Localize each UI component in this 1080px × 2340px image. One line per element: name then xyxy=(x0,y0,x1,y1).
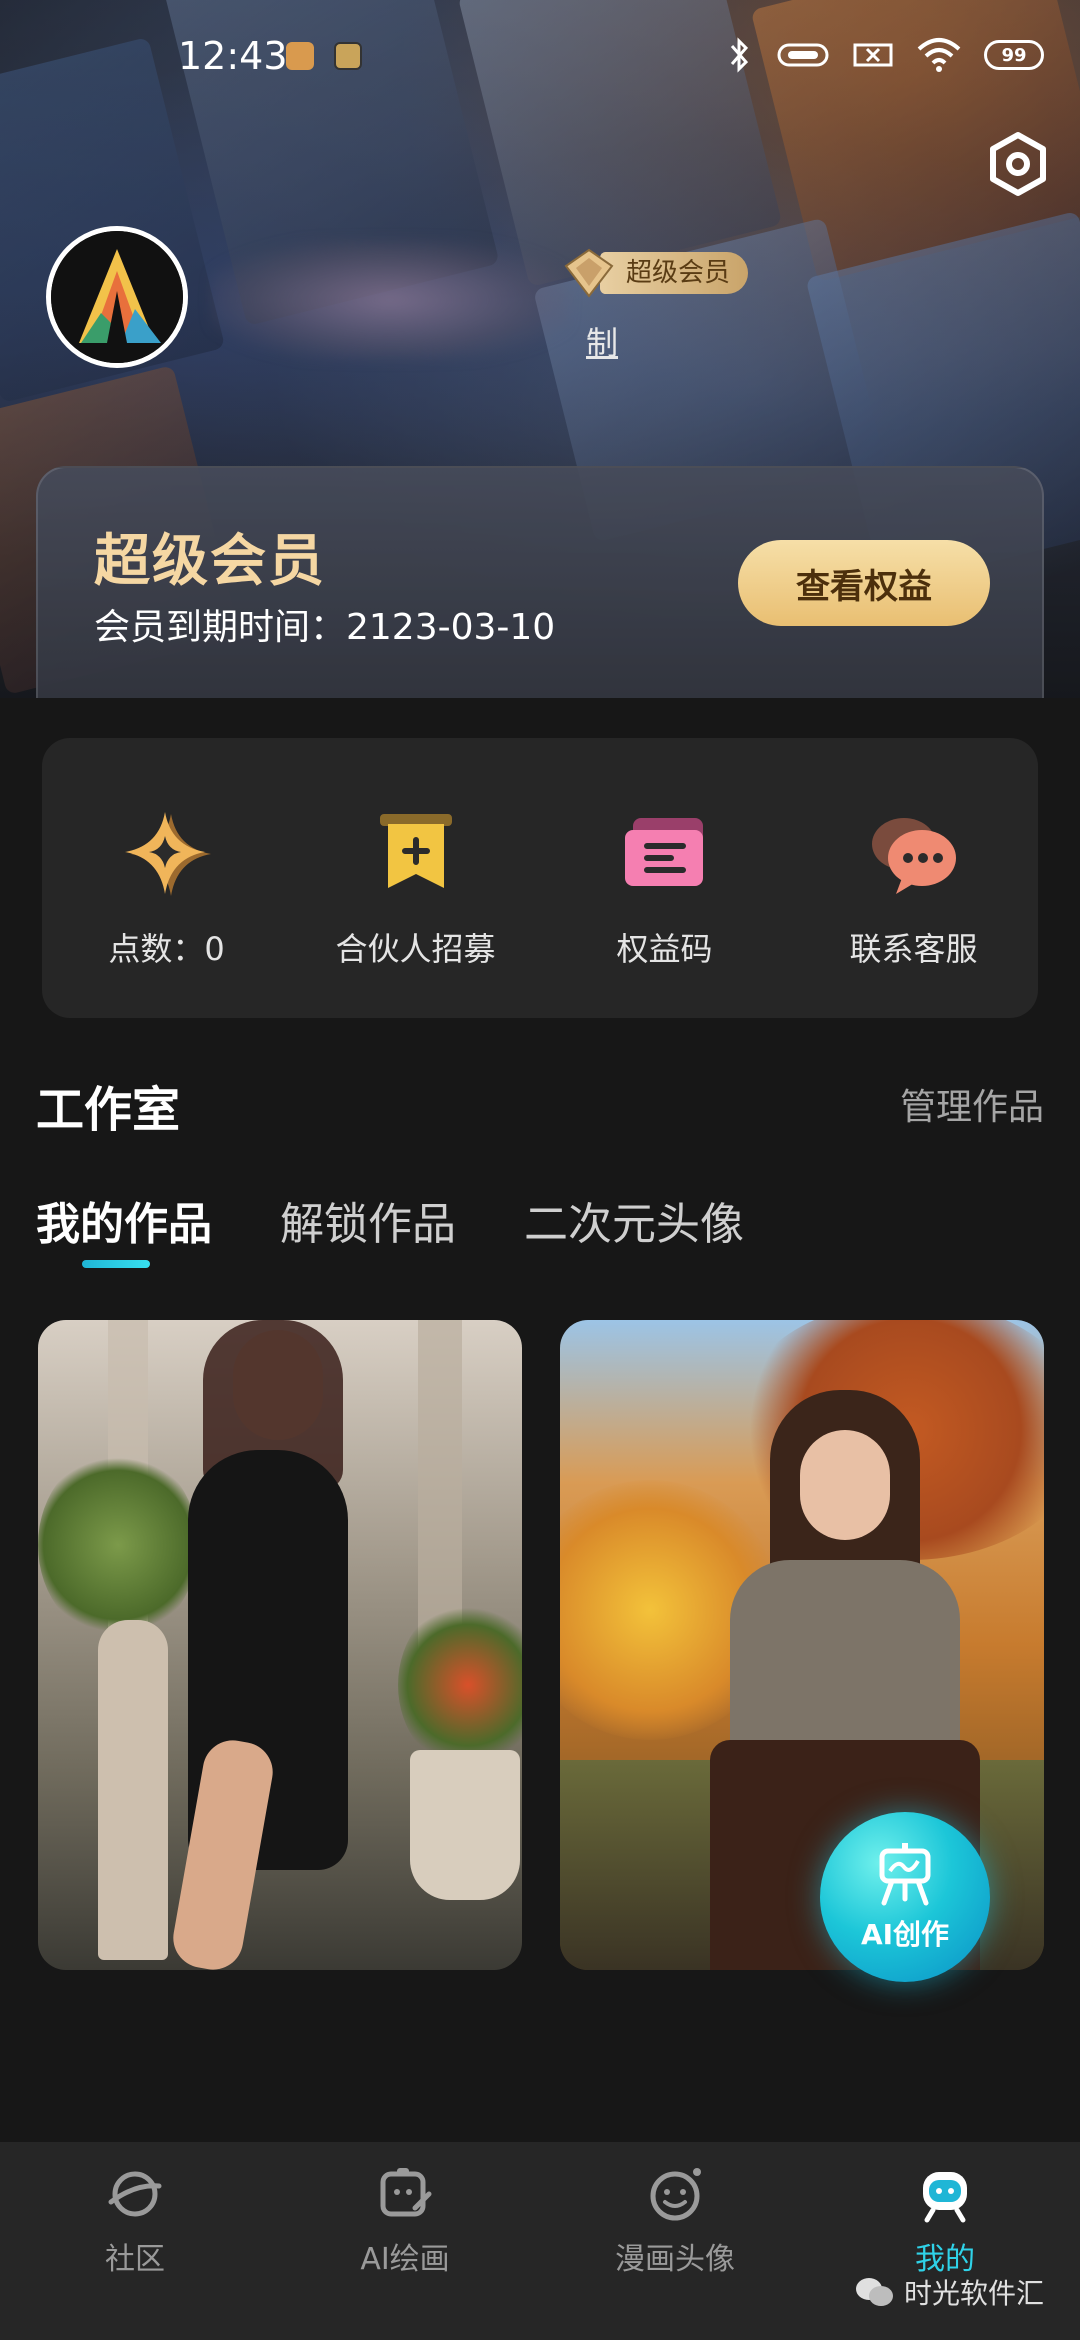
planet-icon xyxy=(108,2171,162,2217)
bluetooth-icon xyxy=(730,37,749,73)
nav-ai-paint[interactable]: AI绘画 xyxy=(270,2142,540,2340)
nav-label: 漫画头像 xyxy=(615,2242,735,2277)
avatar[interactable] xyxy=(46,226,188,368)
battery-indicator: 99 xyxy=(984,40,1044,70)
settings-hexagon-icon xyxy=(990,132,1046,196)
ai-paint-icon xyxy=(380,2168,432,2217)
tab-unlocked-works[interactable]: 解锁作品 xyxy=(280,1188,456,1252)
quick-action-label: 权益码 xyxy=(616,930,713,968)
status-bar: 12:43 99 xyxy=(0,0,1080,118)
quick-action-points[interactable]: 点数：0 xyxy=(42,738,291,1018)
wechat-icon xyxy=(855,2278,893,2306)
figure-head xyxy=(800,1430,890,1540)
robot-profile-icon xyxy=(923,2172,967,2223)
smiley-icon xyxy=(650,2168,701,2221)
watermark-text: 时光软件汇 xyxy=(903,2277,1044,2310)
active-tab-indicator xyxy=(82,1260,150,1268)
quick-action-label: 联系客服 xyxy=(849,930,978,968)
flower-plant xyxy=(398,1600,522,1770)
nav-community[interactable]: 社区 xyxy=(0,2142,270,2340)
ai-create-button[interactable]: AI创作 xyxy=(820,1812,990,1982)
watermark: 时光软件汇 xyxy=(854,2272,1044,2312)
tab-anime-avatar[interactable]: 二次元头像 xyxy=(524,1188,744,1252)
quick-action-code[interactable]: 权益码 xyxy=(540,738,789,1018)
quick-action-label: 合伙人招募 xyxy=(335,930,496,968)
profile-partial-text[interactable]: 制 xyxy=(586,318,618,364)
settings-button[interactable] xyxy=(984,130,1052,198)
manage-works-link[interactable]: 管理作品 xyxy=(900,1078,1044,1130)
sparkle-points-icon xyxy=(124,812,211,896)
status-time: 12:43 xyxy=(178,34,288,78)
partner-bookmark-icon xyxy=(379,814,452,888)
stone-pedestal xyxy=(98,1620,168,1960)
diamond-icon xyxy=(564,248,614,298)
tab-my-works[interactable]: 我的作品 xyxy=(36,1188,212,1252)
vip-badge-label: 超级会员 xyxy=(600,252,749,294)
flower-plant xyxy=(38,1450,198,1640)
nav-label: 社区 xyxy=(105,2242,165,2277)
blurred-username xyxy=(210,240,570,360)
no-sim-icon xyxy=(853,43,893,67)
chat-bubble-icon xyxy=(871,818,956,894)
artwork-card[interactable] xyxy=(38,1320,522,1970)
quick-action-service[interactable]: 联系客服 xyxy=(789,738,1038,1018)
quick-action-label: 点数：0 xyxy=(108,930,225,968)
mountain-logo-icon xyxy=(51,231,183,363)
section-title: 工作室 xyxy=(36,1082,181,1138)
easel-icon xyxy=(879,1843,931,1906)
nav-comic-avatar[interactable]: 漫画头像 xyxy=(540,2142,810,2340)
wifi-icon xyxy=(917,38,961,72)
ticket-icon xyxy=(624,818,703,886)
quick-action-partner[interactable]: 合伙人招募 xyxy=(291,738,540,1018)
member-card: 超级会员 会员到期时间：2123-03-10 查看权益 xyxy=(36,466,1044,706)
member-expiry: 会员到期时间：2123-03-10 xyxy=(94,607,556,648)
view-benefits-button[interactable]: 查看权益 xyxy=(738,540,990,626)
status-icons: 99 xyxy=(724,36,1044,74)
ai-create-label: AI创作 xyxy=(860,1918,950,1951)
vip-badge: 超级会员 xyxy=(560,248,749,298)
works-tabs: 我的作品 解锁作品 二次元头像 xyxy=(36,1188,744,1252)
flower-pot xyxy=(410,1750,520,1900)
link-icon xyxy=(777,43,829,67)
notification-app-icon xyxy=(334,42,362,70)
notification-app-icon xyxy=(286,42,314,70)
member-title: 超级会员 xyxy=(94,529,326,594)
quick-actions-panel: 点数：0 合伙人招募 权益码 联系客服 xyxy=(42,738,1038,1018)
nav-label: AI绘画 xyxy=(360,2242,450,2277)
figure-blouse xyxy=(730,1560,960,1760)
